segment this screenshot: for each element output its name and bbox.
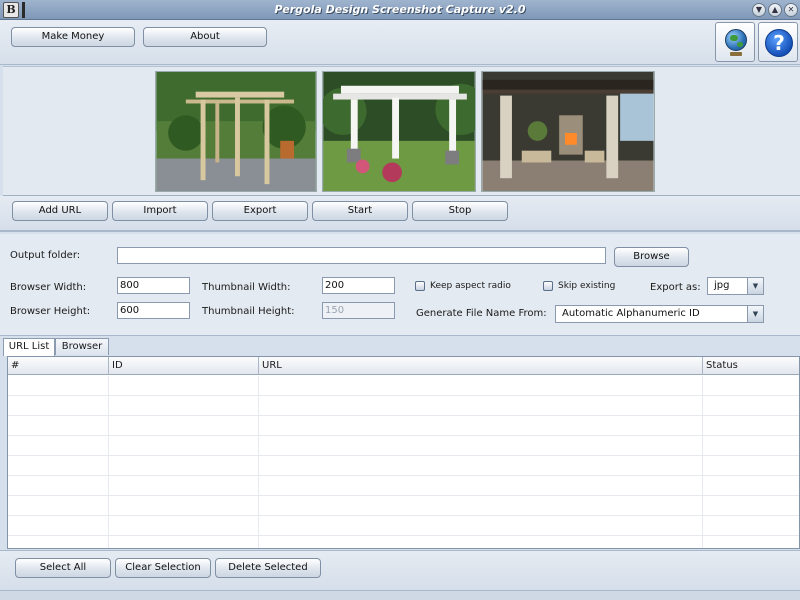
- keep-aspect-label: Keep aspect radio: [430, 281, 511, 291]
- file-name-label: Generate File Name From:: [416, 308, 547, 319]
- browser-height-label: Browser Height:: [10, 306, 91, 317]
- status-bar: [0, 590, 800, 600]
- thumbnail-height-input[interactable]: 150: [322, 302, 395, 319]
- column-header-status[interactable]: Status: [703, 357, 799, 375]
- output-folder-label: Output folder:: [10, 250, 81, 261]
- minimize-icon[interactable]: ▼: [752, 3, 766, 17]
- globe-button[interactable]: [715, 22, 755, 62]
- table-row[interactable]: [8, 416, 799, 436]
- title-bar: B Pergola Design Screenshot Capture v2.0…: [0, 0, 800, 20]
- start-button[interactable]: Start: [312, 201, 408, 221]
- add-url-button[interactable]: Add URL: [12, 201, 108, 221]
- table-row[interactable]: [8, 376, 799, 396]
- pergola-image-2: [322, 71, 476, 192]
- export-format-select[interactable]: jpg ▼: [707, 277, 764, 295]
- column-header-id[interactable]: ID: [109, 357, 259, 375]
- tab-browser[interactable]: Browser: [55, 338, 109, 355]
- table-row[interactable]: [8, 476, 799, 496]
- tab-url-list[interactable]: URL List: [3, 338, 55, 356]
- maximize-icon[interactable]: ▲: [768, 3, 782, 17]
- file-name-select[interactable]: Automatic Alphanumeric ID ▼: [555, 305, 764, 323]
- import-button[interactable]: Import: [112, 201, 208, 221]
- table-row[interactable]: [8, 456, 799, 476]
- pergola-image-1: [155, 71, 317, 192]
- table-row[interactable]: [8, 396, 799, 416]
- file-name-value: Automatic Alphanumeric ID: [562, 308, 700, 319]
- help-button[interactable]: ?: [758, 22, 798, 62]
- chevron-down-icon[interactable]: ▼: [747, 306, 763, 322]
- select-all-button[interactable]: Select All: [15, 558, 111, 578]
- browser-width-label: Browser Width:: [10, 282, 87, 293]
- browse-button[interactable]: Browse: [614, 247, 689, 267]
- export-button[interactable]: Export: [212, 201, 308, 221]
- action-toolbar: Add URL Import Export Start Stop: [0, 196, 800, 232]
- table-row[interactable]: [8, 536, 799, 548]
- globe-stand: [730, 52, 742, 56]
- column-header-number[interactable]: #: [8, 357, 109, 375]
- table-row[interactable]: [8, 436, 799, 456]
- table-row[interactable]: [8, 496, 799, 516]
- skip-existing-label: Skip existing: [558, 281, 616, 291]
- browser-width-input[interactable]: 800: [117, 277, 190, 294]
- make-money-button[interactable]: Make Money: [11, 27, 135, 47]
- top-toolbar: Make Money About: [0, 20, 800, 65]
- browser-height-input[interactable]: 600: [117, 302, 190, 319]
- skip-existing-checkbox[interactable]: [543, 281, 553, 291]
- thumbnail-height-label: Thumbnail Height:: [202, 306, 295, 317]
- globe-icon: [725, 29, 747, 51]
- keep-aspect-checkbox[interactable]: [415, 281, 425, 291]
- delete-selected-button[interactable]: Delete Selected: [215, 558, 321, 578]
- image-strip: [3, 66, 800, 196]
- pergola-image-3: [481, 71, 655, 192]
- help-icon: ?: [765, 29, 793, 57]
- window-title: Pergola Design Screenshot Capture v2.0: [274, 3, 526, 16]
- thumbnail-width-label: Thumbnail Width:: [202, 282, 291, 293]
- thumbnail-width-input[interactable]: 200: [322, 277, 395, 294]
- export-format-value: jpg: [714, 280, 730, 291]
- chevron-down-icon[interactable]: ▼: [747, 278, 763, 294]
- column-header-url[interactable]: URL: [259, 357, 703, 375]
- about-button[interactable]: About: [143, 27, 267, 47]
- output-folder-input[interactable]: [117, 247, 606, 264]
- clear-selection-button[interactable]: Clear Selection: [115, 558, 211, 578]
- tab-bar: URL List Browser: [0, 337, 800, 356]
- stop-button[interactable]: Stop: [412, 201, 508, 221]
- bottom-toolbar: Select All Clear Selection Delete Select…: [0, 550, 800, 590]
- table-header: # ID URL Status: [8, 357, 799, 375]
- url-table[interactable]: # ID URL Status: [7, 356, 800, 549]
- close-icon[interactable]: ✕: [784, 3, 798, 17]
- settings-panel: Output folder: Browse Browser Width: 800…: [0, 234, 800, 336]
- table-row[interactable]: [8, 516, 799, 536]
- export-as-label: Export as:: [650, 282, 701, 293]
